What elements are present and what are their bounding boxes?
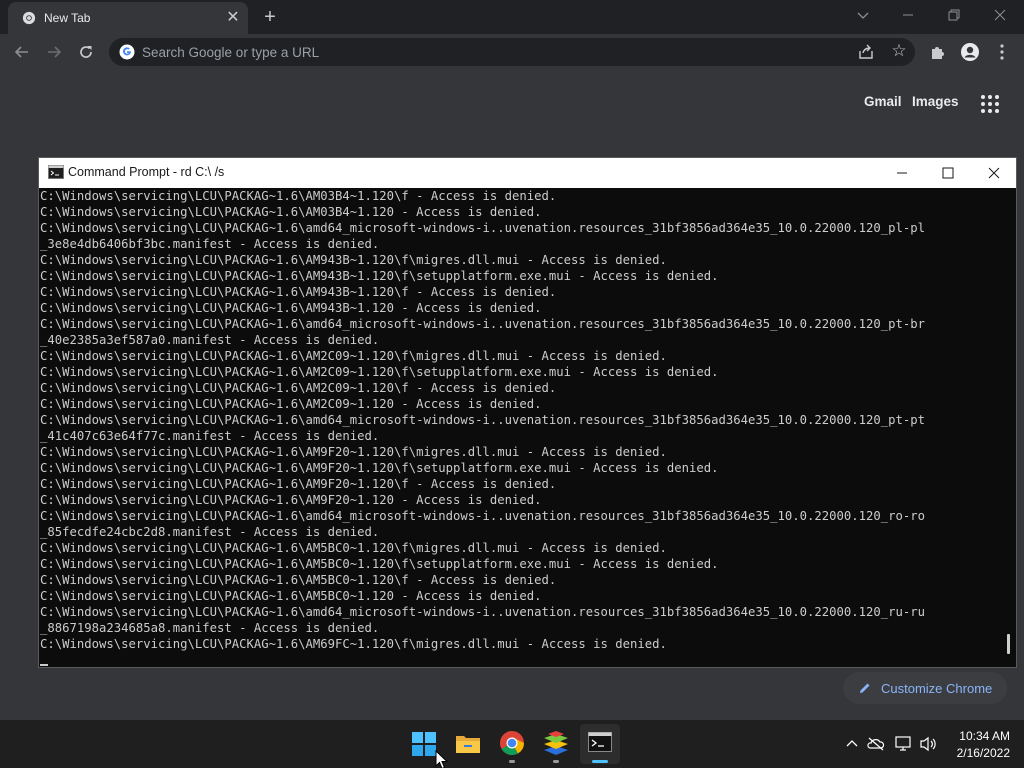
images-link[interactable]: Images [912, 94, 959, 109]
person-icon[interactable] [957, 39, 983, 65]
console-line: _40e2385a3ef587a0.manifest - Access is d… [40, 333, 380, 347]
windows-logo-icon [412, 732, 436, 756]
console-line: C:\Windows\servicing\LCU\PACKAG~1.6\AM5B… [40, 557, 719, 571]
tab-title: New Tab [44, 11, 91, 25]
console-line: C:\Windows\servicing\LCU\PACKAG~1.6\AM03… [40, 189, 557, 203]
console-scrollbar[interactable] [1001, 188, 1016, 666]
command-prompt-title: Command Prompt - rd C:\ /s [68, 165, 225, 179]
taskbar: 10:34 AM 2/16/2022 [0, 720, 1024, 768]
plus-icon[interactable]: + [258, 6, 282, 28]
console-line: C:\Windows\servicing\LCU\PACKAG~1.6\AM94… [40, 253, 667, 267]
chrome-icon [22, 11, 36, 25]
console-line: C:\Windows\servicing\LCU\PACKAG~1.6\AM94… [40, 301, 542, 315]
console-line: _41c407c63e64f77c.manifest - Access is d… [40, 429, 380, 443]
clock-time[interactable]: 10:34 AM [950, 729, 1010, 743]
console-line: C:\Windows\servicing\LCU\PACKAG~1.6\AM94… [40, 269, 719, 283]
star-icon[interactable]: ☆ [888, 40, 910, 62]
chrome-toolbar: Search Google or type a URL ☆ [0, 34, 1024, 70]
chevron-down-icon[interactable] [849, 4, 877, 26]
chevron-up-icon[interactable] [842, 732, 862, 756]
omnibox-placeholder: Search Google or type a URL [142, 45, 320, 60]
bluestacks-icon [544, 731, 568, 755]
console-line: C:\Windows\servicing\LCU\PACKAG~1.6\AM69… [40, 637, 667, 651]
gmail-link[interactable]: Gmail [864, 94, 902, 109]
chrome-title-bar: New Tab ✕ + [0, 0, 1024, 34]
reload-icon[interactable] [73, 39, 99, 65]
desktop-screen: New Tab ✕ + Search Google or type a URL … [0, 0, 1024, 768]
console-line: C:\Windows\servicing\LCU\PACKAG~1.6\AM9F… [40, 477, 557, 491]
running-indicator [553, 760, 559, 763]
running-indicator [509, 760, 515, 763]
command-prompt-taskbar-button[interactable] [580, 724, 620, 764]
command-prompt-title-bar[interactable]: Command Prompt - rd C:\ /s [39, 158, 1016, 188]
close-icon[interactable] [971, 158, 1017, 188]
terminal-icon [48, 165, 64, 179]
console-line: C:\Windows\servicing\LCU\PACKAG~1.6\AM03… [40, 205, 542, 219]
kebab-menu-icon[interactable] [989, 39, 1015, 65]
pencil-icon [860, 683, 870, 693]
console-line: _85fecdfe24cbc2d8.manifest - Access is d… [40, 525, 380, 539]
folder-icon [456, 736, 480, 753]
close-icon[interactable]: ✕ [224, 9, 242, 27]
omnibox[interactable]: Search Google or type a URL ☆ [109, 38, 915, 66]
console-line: C:\Windows\servicing\LCU\PACKAG~1.6\AM9F… [40, 445, 667, 459]
console-line: C:\Windows\servicing\LCU\PACKAG~1.6\AM5B… [40, 541, 667, 555]
console-line: _8867198a234685a8.manifest - Access is d… [40, 621, 380, 635]
file-explorer-button[interactable] [448, 724, 488, 764]
console-line: C:\Windows\servicing\LCU\PACKAG~1.6\AM2C… [40, 365, 719, 379]
share-icon[interactable] [856, 42, 876, 62]
minimize-icon[interactable] [894, 4, 922, 26]
console-line: C:\Windows\servicing\LCU\PACKAG~1.6\AM2C… [40, 381, 557, 395]
text-cursor [40, 664, 48, 666]
console-line: _3e8e4db6406bf3bc.manifest - Access is d… [40, 237, 380, 251]
restore-icon[interactable] [940, 4, 968, 26]
volume-icon[interactable] [918, 732, 938, 756]
command-prompt-window[interactable]: Command Prompt - rd C:\ /s C:\Windows\se… [38, 157, 1017, 668]
mouse-pointer-icon [435, 750, 449, 768]
google-g-icon [119, 44, 135, 60]
scrollbar-thumb[interactable] [1007, 634, 1010, 654]
maximize-icon[interactable] [925, 158, 971, 188]
console-line: C:\Windows\servicing\LCU\PACKAG~1.6\AM2C… [40, 397, 542, 411]
console-line: C:\Windows\servicing\LCU\PACKAG~1.6\amd6… [40, 605, 926, 619]
close-icon[interactable] [986, 4, 1014, 26]
terminal-icon [588, 732, 612, 752]
tab-new-tab[interactable]: New Tab ✕ [8, 2, 248, 34]
console-line: C:\Windows\servicing\LCU\PACKAG~1.6\AM9F… [40, 461, 719, 475]
console-line: C:\Windows\servicing\LCU\PACKAG~1.6\amd6… [40, 509, 926, 523]
onedrive-off-icon[interactable] [866, 732, 886, 756]
puzzle-icon[interactable] [925, 39, 951, 65]
customize-chrome-button[interactable]: Customize Chrome [843, 672, 1007, 704]
console-line: C:\Windows\servicing\LCU\PACKAG~1.6\AM2C… [40, 349, 667, 363]
console-line: C:\Windows\servicing\LCU\PACKAG~1.6\amd6… [40, 221, 926, 235]
console-output[interactable]: C:\Windows\servicing\LCU\PACKAG~1.6\AM03… [39, 188, 1001, 666]
network-icon[interactable] [894, 732, 914, 756]
customize-chrome-label: Customize Chrome [881, 681, 993, 696]
chrome-icon [500, 731, 524, 756]
active-indicator [592, 760, 608, 763]
console-line: C:\Windows\servicing\LCU\PACKAG~1.6\amd6… [40, 317, 926, 331]
arrow-left-icon[interactable] [9, 39, 35, 65]
clock-date[interactable]: 2/16/2022 [950, 746, 1010, 760]
arrow-right-icon[interactable] [41, 39, 67, 65]
minimize-icon[interactable] [879, 158, 925, 188]
console-line: C:\Windows\servicing\LCU\PACKAG~1.6\AM9F… [40, 493, 542, 507]
chrome-taskbar-button[interactable] [492, 724, 532, 764]
console-line: C:\Windows\servicing\LCU\PACKAG~1.6\AM5B… [40, 573, 557, 587]
apps-grid-icon[interactable] [979, 93, 1001, 115]
console-line: C:\Windows\servicing\LCU\PACKAG~1.6\amd6… [40, 413, 926, 427]
console-line: C:\Windows\servicing\LCU\PACKAG~1.6\AM5B… [40, 589, 542, 603]
bluestacks-button[interactable] [536, 724, 576, 764]
console-line: C:\Windows\servicing\LCU\PACKAG~1.6\AM94… [40, 285, 557, 299]
